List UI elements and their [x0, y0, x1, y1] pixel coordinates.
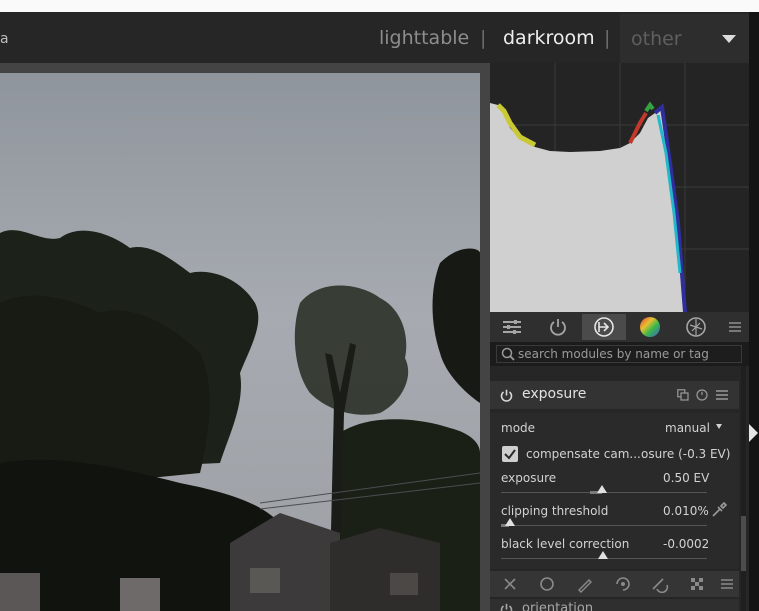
exposure-module-body: mode manual compensate cam... osure (-0.… — [490, 413, 739, 569]
compensate-checkbox[interactable] — [502, 446, 518, 462]
exposure-label: exposure — [501, 471, 557, 485]
mask-off-icon[interactable] — [501, 575, 519, 593]
search-icon — [501, 347, 515, 361]
view-darkroom-link[interactable]: darkroom — [503, 27, 595, 49]
tab-color[interactable] — [628, 314, 672, 340]
parametric-mask-icon[interactable] — [614, 575, 632, 593]
chevron-down-icon — [722, 35, 736, 43]
header-bar: a lighttable | darkroom | other — [0, 12, 759, 63]
clipping-slider-track[interactable] — [501, 525, 707, 526]
clipping-value: 0.010% — [663, 504, 709, 518]
photo-preview[interactable] — [0, 73, 480, 611]
view-lighttable-link[interactable]: lighttable — [379, 27, 469, 49]
quick-access-icon — [503, 320, 521, 334]
multi-instance-icon[interactable] — [677, 389, 689, 401]
black-level-slider-handle[interactable] — [598, 551, 608, 559]
color-wheel-icon — [640, 317, 660, 337]
module-scrollbar[interactable] — [741, 366, 746, 611]
checkmark-icon — [504, 449, 516, 460]
view-separator: | — [604, 27, 611, 49]
expand-panel-arrow-icon[interactable] — [749, 424, 758, 442]
blend-menu-icon[interactable] — [718, 575, 736, 593]
tab-active-modules[interactable] — [536, 314, 580, 340]
module-search-box — [496, 345, 742, 363]
clipping-label: clipping threshold — [501, 504, 609, 518]
module-group-tabs — [490, 312, 749, 342]
image-view-area — [0, 63, 490, 611]
view-other-label: other — [631, 28, 682, 50]
tab-base-modules[interactable] — [582, 314, 626, 340]
view-other-dropdown[interactable]: other — [620, 14, 749, 63]
effects-icon — [686, 317, 706, 337]
drawn-mask-icon[interactable] — [576, 575, 594, 593]
histogram-graph — [490, 63, 749, 312]
base-modules-icon — [594, 317, 614, 337]
module-title: exposure — [522, 386, 587, 402]
tab-effects[interactable] — [674, 314, 718, 340]
color-picker-icon[interactable] — [710, 501, 728, 519]
orientation-module-header[interactable]: orientation — [490, 599, 739, 611]
compensate-label: compensate cam... — [526, 447, 641, 461]
exposure-value: 0.50 EV — [663, 471, 710, 485]
top-strip — [0, 0, 759, 12]
module-power-icon[interactable] — [500, 603, 513, 611]
mode-value[interactable]: manual — [665, 421, 710, 435]
scrollbar-thumb[interactable] — [741, 516, 746, 571]
uniform-mask-icon[interactable] — [538, 575, 556, 593]
drawn-parametric-mask-icon[interactable] — [651, 575, 669, 593]
black-level-value: -0.0002 — [663, 537, 710, 551]
presets-menu-icon[interactable] — [716, 389, 728, 401]
view-separator: | — [480, 27, 487, 49]
module-power-icon[interactable] — [500, 389, 513, 402]
header-lead-fragment: a — [0, 31, 9, 47]
tab-presets-menu[interactable] — [720, 314, 749, 340]
reset-icon[interactable] — [696, 389, 708, 401]
active-modules-power-icon — [550, 319, 566, 336]
exposure-slider-handle[interactable] — [597, 485, 607, 493]
raster-mask-icon[interactable] — [688, 575, 706, 593]
tab-quick-access[interactable] — [490, 314, 534, 340]
search-input[interactable] — [518, 346, 738, 362]
exposure-module-header[interactable]: exposure — [490, 381, 739, 409]
mode-label: mode — [501, 421, 536, 435]
compensate-value: osure (-0.3 EV) — [641, 447, 731, 461]
histogram[interactable] — [490, 63, 749, 312]
black-level-label: black level correction — [501, 537, 630, 551]
mask-toolbar — [490, 571, 739, 597]
clipping-slider-handle[interactable] — [505, 518, 515, 526]
photo-image — [0, 73, 480, 611]
mode-dropdown-icon[interactable] — [716, 424, 722, 429]
right-panel-edge — [749, 12, 759, 611]
presets-menu-icon — [728, 322, 741, 332]
module-title: orientation — [522, 601, 594, 611]
